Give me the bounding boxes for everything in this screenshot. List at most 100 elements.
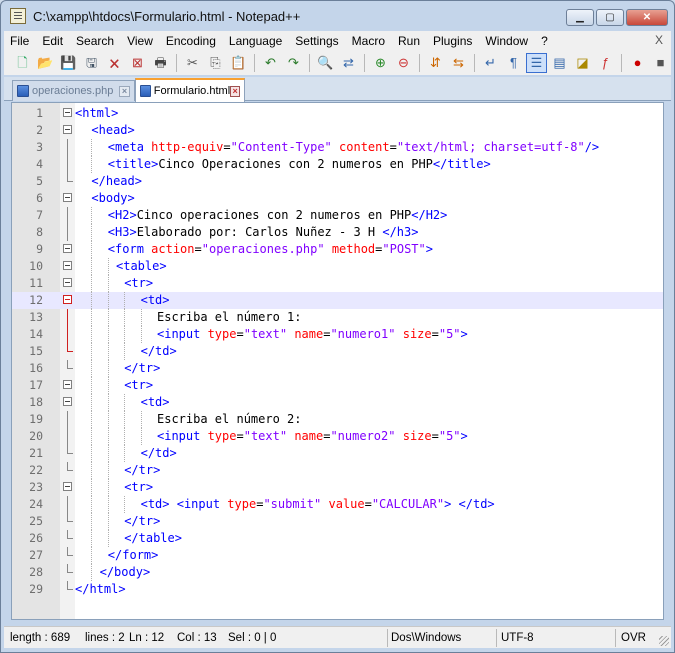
resize-grip-icon[interactable] <box>659 636 669 646</box>
code-line[interactable]: 14 <input type="text" name="numero1" size… <box>12 326 663 343</box>
user-language-icon[interactable]: ▤ <box>549 53 570 73</box>
fold-toggle-icon[interactable] <box>63 108 72 117</box>
close-icon[interactable]: 🗙 <box>104 53 125 73</box>
status-insert-mode[interactable]: OVR <box>621 630 646 646</box>
menu-view[interactable]: View <box>121 34 160 48</box>
code-line[interactable]: 6 <body> <box>12 190 663 207</box>
code-line[interactable]: 17 <tr> <box>12 377 663 394</box>
code-line[interactable]: 20 <input type="text" name="numero2" size… <box>12 428 663 445</box>
function-list-icon[interactable]: ƒ <box>595 53 616 73</box>
fold-toggle-icon[interactable] <box>63 244 72 253</box>
menu-encoding[interactable]: Encoding <box>160 34 223 48</box>
fold-toggle-icon[interactable] <box>63 261 72 270</box>
code-token: </table> <box>124 531 182 545</box>
code-line[interactable]: 2 <head> <box>12 122 663 139</box>
zoom-in-icon[interactable]: ⊕ <box>370 53 391 73</box>
menu-edit[interactable]: Edit <box>36 34 70 48</box>
save-icon[interactable]: 💾 <box>58 53 79 73</box>
code-line[interactable]: 10 <table> <box>12 258 663 275</box>
code-line[interactable]: 26 </table> <box>12 530 663 547</box>
close-window-button[interactable]: ✕ <box>626 9 668 26</box>
code-token: <head> <box>91 123 135 137</box>
copy-icon[interactable]: ⎘ <box>205 53 226 73</box>
menu-search[interactable]: Search <box>70 34 121 48</box>
fold-toggle-icon[interactable] <box>63 295 72 304</box>
code-line[interactable]: 3 <meta http-equiv="Content-Type" content… <box>12 139 663 156</box>
stop-record-icon[interactable]: ■ <box>650 53 671 73</box>
close-tab-icon[interactable]: × <box>119 85 130 97</box>
code-line[interactable]: 21 </td> <box>12 445 663 462</box>
indent-guide <box>107 445 109 462</box>
fold-toggle-icon[interactable] <box>63 482 72 491</box>
document-map-icon[interactable]: ◪ <box>572 53 593 73</box>
tab-operaciones-php[interactable]: operaciones.php × <box>12 80 135 101</box>
find-icon[interactable]: 🔍 <box>315 53 336 73</box>
line-number: 25 <box>29 514 43 528</box>
code-line[interactable]: 25 </tr> <box>12 513 663 530</box>
code-editor[interactable]: 1 <html> 2 <head> 3 <meta http-equiv="Content… <box>11 102 664 620</box>
code-line[interactable]: 19 Escriba el número 2: <box>12 411 663 428</box>
close-tab-icon[interactable]: × <box>230 85 240 97</box>
menu-file[interactable]: File <box>4 34 36 48</box>
sync-horizontal-icon[interactable]: ⇆ <box>448 53 469 73</box>
code-line[interactable]: 1 <html> <box>12 105 663 122</box>
save-all-icon[interactable]: 🖫 <box>81 53 102 73</box>
code-token: action <box>151 242 195 256</box>
menu-window[interactable]: Window <box>479 34 535 48</box>
record-macro-icon[interactable]: ● <box>627 53 648 73</box>
status-eol-format[interactable]: Dos\Windows <box>391 630 461 646</box>
title-bar[interactable]: C:\xampp\htdocs\Formulario.html - Notepa… <box>1 1 674 31</box>
tab-formulario-html[interactable]: Formulario.html × <box>135 78 245 102</box>
code-line[interactable]: 12 <td> <box>12 292 663 309</box>
fold-toggle-icon[interactable] <box>63 193 72 202</box>
close-document-button[interactable]: X <box>655 33 663 47</box>
code-line[interactable]: 5 </head> <box>12 173 663 190</box>
fold-toggle-icon[interactable] <box>63 380 72 389</box>
code-line[interactable]: 28 </body> <box>12 564 663 581</box>
code-text: </head> <box>91 173 142 190</box>
indent-guide <box>140 326 142 343</box>
menu-help[interactable]: ? <box>535 34 555 48</box>
code-line[interactable]: 7 <H2>Cinco operaciones con 2 numeros en … <box>12 207 663 224</box>
close-all-icon[interactable]: ⊠ <box>127 53 148 73</box>
code-line[interactable]: 11 <tr> <box>12 275 663 292</box>
code-line[interactable]: 15 </td> <box>12 343 663 360</box>
new-file-icon[interactable]: 🗋 <box>12 53 33 73</box>
code-line[interactable]: 29 </html> <box>12 581 663 598</box>
code-line[interactable]: 27 </form> <box>12 547 663 564</box>
show-all-characters-icon[interactable]: ¶ <box>503 53 524 73</box>
tab-label: operaciones.php <box>32 85 114 97</box>
menu-macro[interactable]: Macro <box>346 34 392 48</box>
code-line[interactable]: 4 <title>Cinco Operaciones con 2 numeros … <box>12 156 663 173</box>
menu-language[interactable]: Language <box>223 34 289 48</box>
sync-vertical-icon[interactable]: ⇵ <box>425 53 446 73</box>
redo-icon[interactable]: ↷ <box>283 53 304 73</box>
code-line[interactable]: 23 <tr> <box>12 479 663 496</box>
word-wrap-icon[interactable]: ↵ <box>480 53 501 73</box>
fold-toggle-icon[interactable] <box>63 397 72 406</box>
menu-plugins[interactable]: Plugins <box>427 34 479 48</box>
undo-icon[interactable]: ↶ <box>260 53 281 73</box>
code-line[interactable]: 16 </tr> <box>12 360 663 377</box>
code-text: </tr> <box>124 513 160 530</box>
indent-guide-icon[interactable]: ☰ <box>526 52 547 73</box>
zoom-out-icon[interactable]: ⊖ <box>393 53 414 73</box>
open-file-icon[interactable]: 📂 <box>35 53 56 73</box>
print-icon[interactable]: 🖶 <box>150 53 171 73</box>
paste-icon[interactable]: 📋 <box>228 53 249 73</box>
maximize-button[interactable]: ▢ <box>596 9 624 26</box>
code-line[interactable]: 24 <td> <input type="submit" value="CALCU… <box>12 496 663 513</box>
fold-toggle-icon[interactable] <box>63 278 72 287</box>
menu-settings[interactable]: Settings <box>289 34 345 48</box>
code-line[interactable]: 8 <H3>Elaborado por: Carlos Nuñez - 3 H <… <box>12 224 663 241</box>
fold-toggle-icon[interactable] <box>63 125 72 134</box>
status-encoding[interactable]: UTF-8 <box>501 630 534 646</box>
menu-run[interactable]: Run <box>392 34 427 48</box>
code-line[interactable]: 9 <form action="operaciones.php" method="… <box>12 241 663 258</box>
code-line[interactable]: 13 Escriba el número 1: <box>12 309 663 326</box>
cut-icon[interactable]: ✂ <box>182 53 203 73</box>
code-line[interactable]: 18 <td> <box>12 394 663 411</box>
replace-icon[interactable]: ⇄ <box>338 53 359 73</box>
minimize-button[interactable]: ▁ <box>566 9 594 26</box>
code-line[interactable]: 22 </tr> <box>12 462 663 479</box>
